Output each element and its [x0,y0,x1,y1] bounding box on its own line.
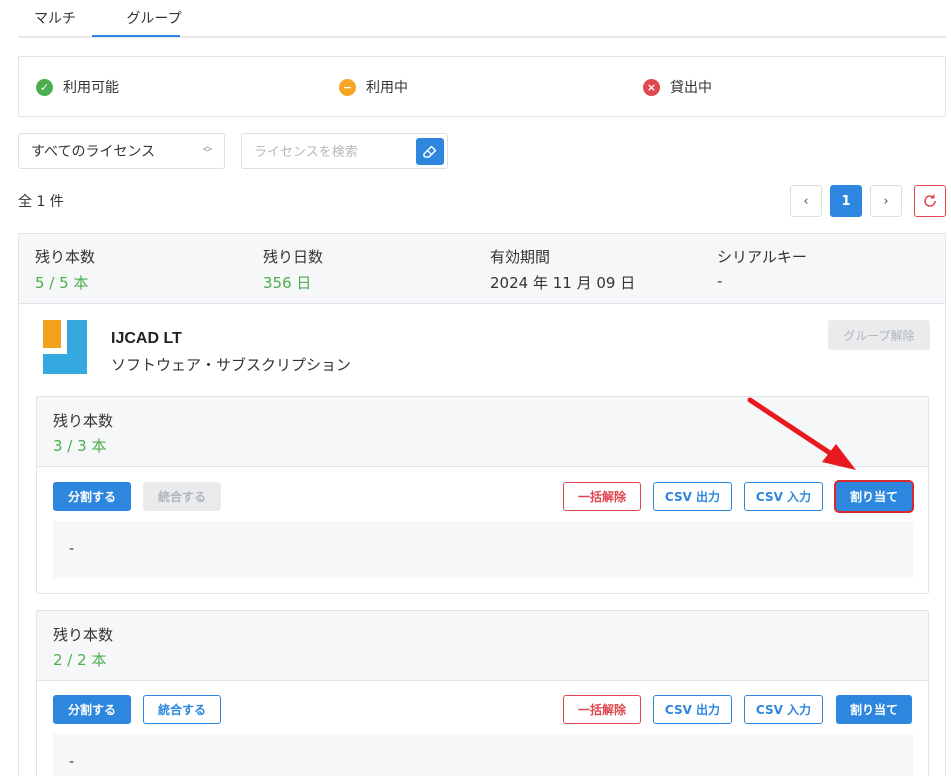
split-button[interactable]: 分割する [53,695,131,724]
ungroup-button[interactable]: グループ解除 [828,320,930,350]
tab-multi[interactable]: マルチ [34,8,76,28]
x-circle-icon: × [643,78,660,96]
tab-group[interactable]: グループ [110,8,198,28]
csv-export-button[interactable]: CSV 出力 [653,482,732,511]
assign-button[interactable]: 割り当て [836,482,912,511]
minus-circle-icon: − [339,78,356,96]
stat-valid-until: 有効期間 2024 年 11 月 09 日 [490,248,636,292]
license-card: 残り本数 5 / 5 本 残り日数 356 日 有効期間 2024 年 11 月… [18,233,946,776]
stat-remaining-days: 残り日数 356 日 [263,248,324,292]
prev-page-button[interactable]: ‹ [790,185,822,217]
license-group: 残り本数 2 / 2 本 分割する 統合する 一括解除 CSV 出力 CSV 入… [36,610,929,776]
license-group: 残り本数 3 / 3 本 分割する 統合する 一括解除 CSV 出力 CSV 入… [36,396,929,594]
group-summary: 残り本数 3 / 3 本 [37,397,928,467]
total-count: 全 1 件 [18,194,64,210]
clear-search-button[interactable] [416,138,444,165]
eraser-icon [423,145,437,158]
current-page-button[interactable]: 1 [830,185,862,217]
bulk-release-button[interactable]: 一括解除 [563,482,641,511]
legend-in-use: − 利用中 [339,77,408,97]
next-page-button[interactable]: › [870,185,902,217]
tab-bar: マルチ グループ [18,0,946,38]
active-tab-indicator [92,35,180,37]
bulk-release-button[interactable]: 一括解除 [563,695,641,724]
legend-lent-out: × 貸出中 [643,77,712,97]
refresh-icon [924,194,936,207]
merge-button[interactable]: 統合する [143,482,221,511]
refresh-button[interactable] [914,185,946,217]
ijcad-logo [43,320,87,374]
legend-label: 利用可能 [63,80,119,96]
csv-import-button[interactable]: CSV 入力 [744,482,823,511]
split-button[interactable]: 分割する [53,482,131,511]
select-arrows-icon: ︿ ﹀ [202,142,212,159]
status-legend: ✓ 利用可能 − 利用中 × 貸出中 [18,56,946,117]
csv-import-button[interactable]: CSV 入力 [744,695,823,724]
group-summary: 残り本数 2 / 2 本 [37,611,928,681]
product-name: IJCAD LT [111,330,182,347]
merge-button[interactable]: 統合する [143,695,221,724]
csv-export-button[interactable]: CSV 出力 [653,695,732,724]
license-summary: 残り本数 5 / 5 本 残り日数 356 日 有効期間 2024 年 11 月… [19,234,945,304]
filter-selected-value: すべてのライセンス [31,144,156,160]
legend-available: ✓ 利用可能 [36,77,119,97]
legend-label: 貸出中 [670,80,712,96]
stat-serial-key: シリアルキー - [717,248,807,290]
license-filter-select[interactable]: すべてのライセンス ︿ ﹀ [18,133,225,169]
check-circle-icon: ✓ [36,78,53,96]
group-members: - [53,521,913,578]
group-members: - [53,734,913,776]
license-search [241,133,448,169]
legend-label: 利用中 [366,80,408,96]
assign-button[interactable]: 割り当て [836,695,912,724]
search-input[interactable] [254,142,414,162]
product-type: ソフトウェア・サブスクリプション [111,356,352,374]
stat-remaining-count: 残り本数 5 / 5 本 [35,248,96,292]
